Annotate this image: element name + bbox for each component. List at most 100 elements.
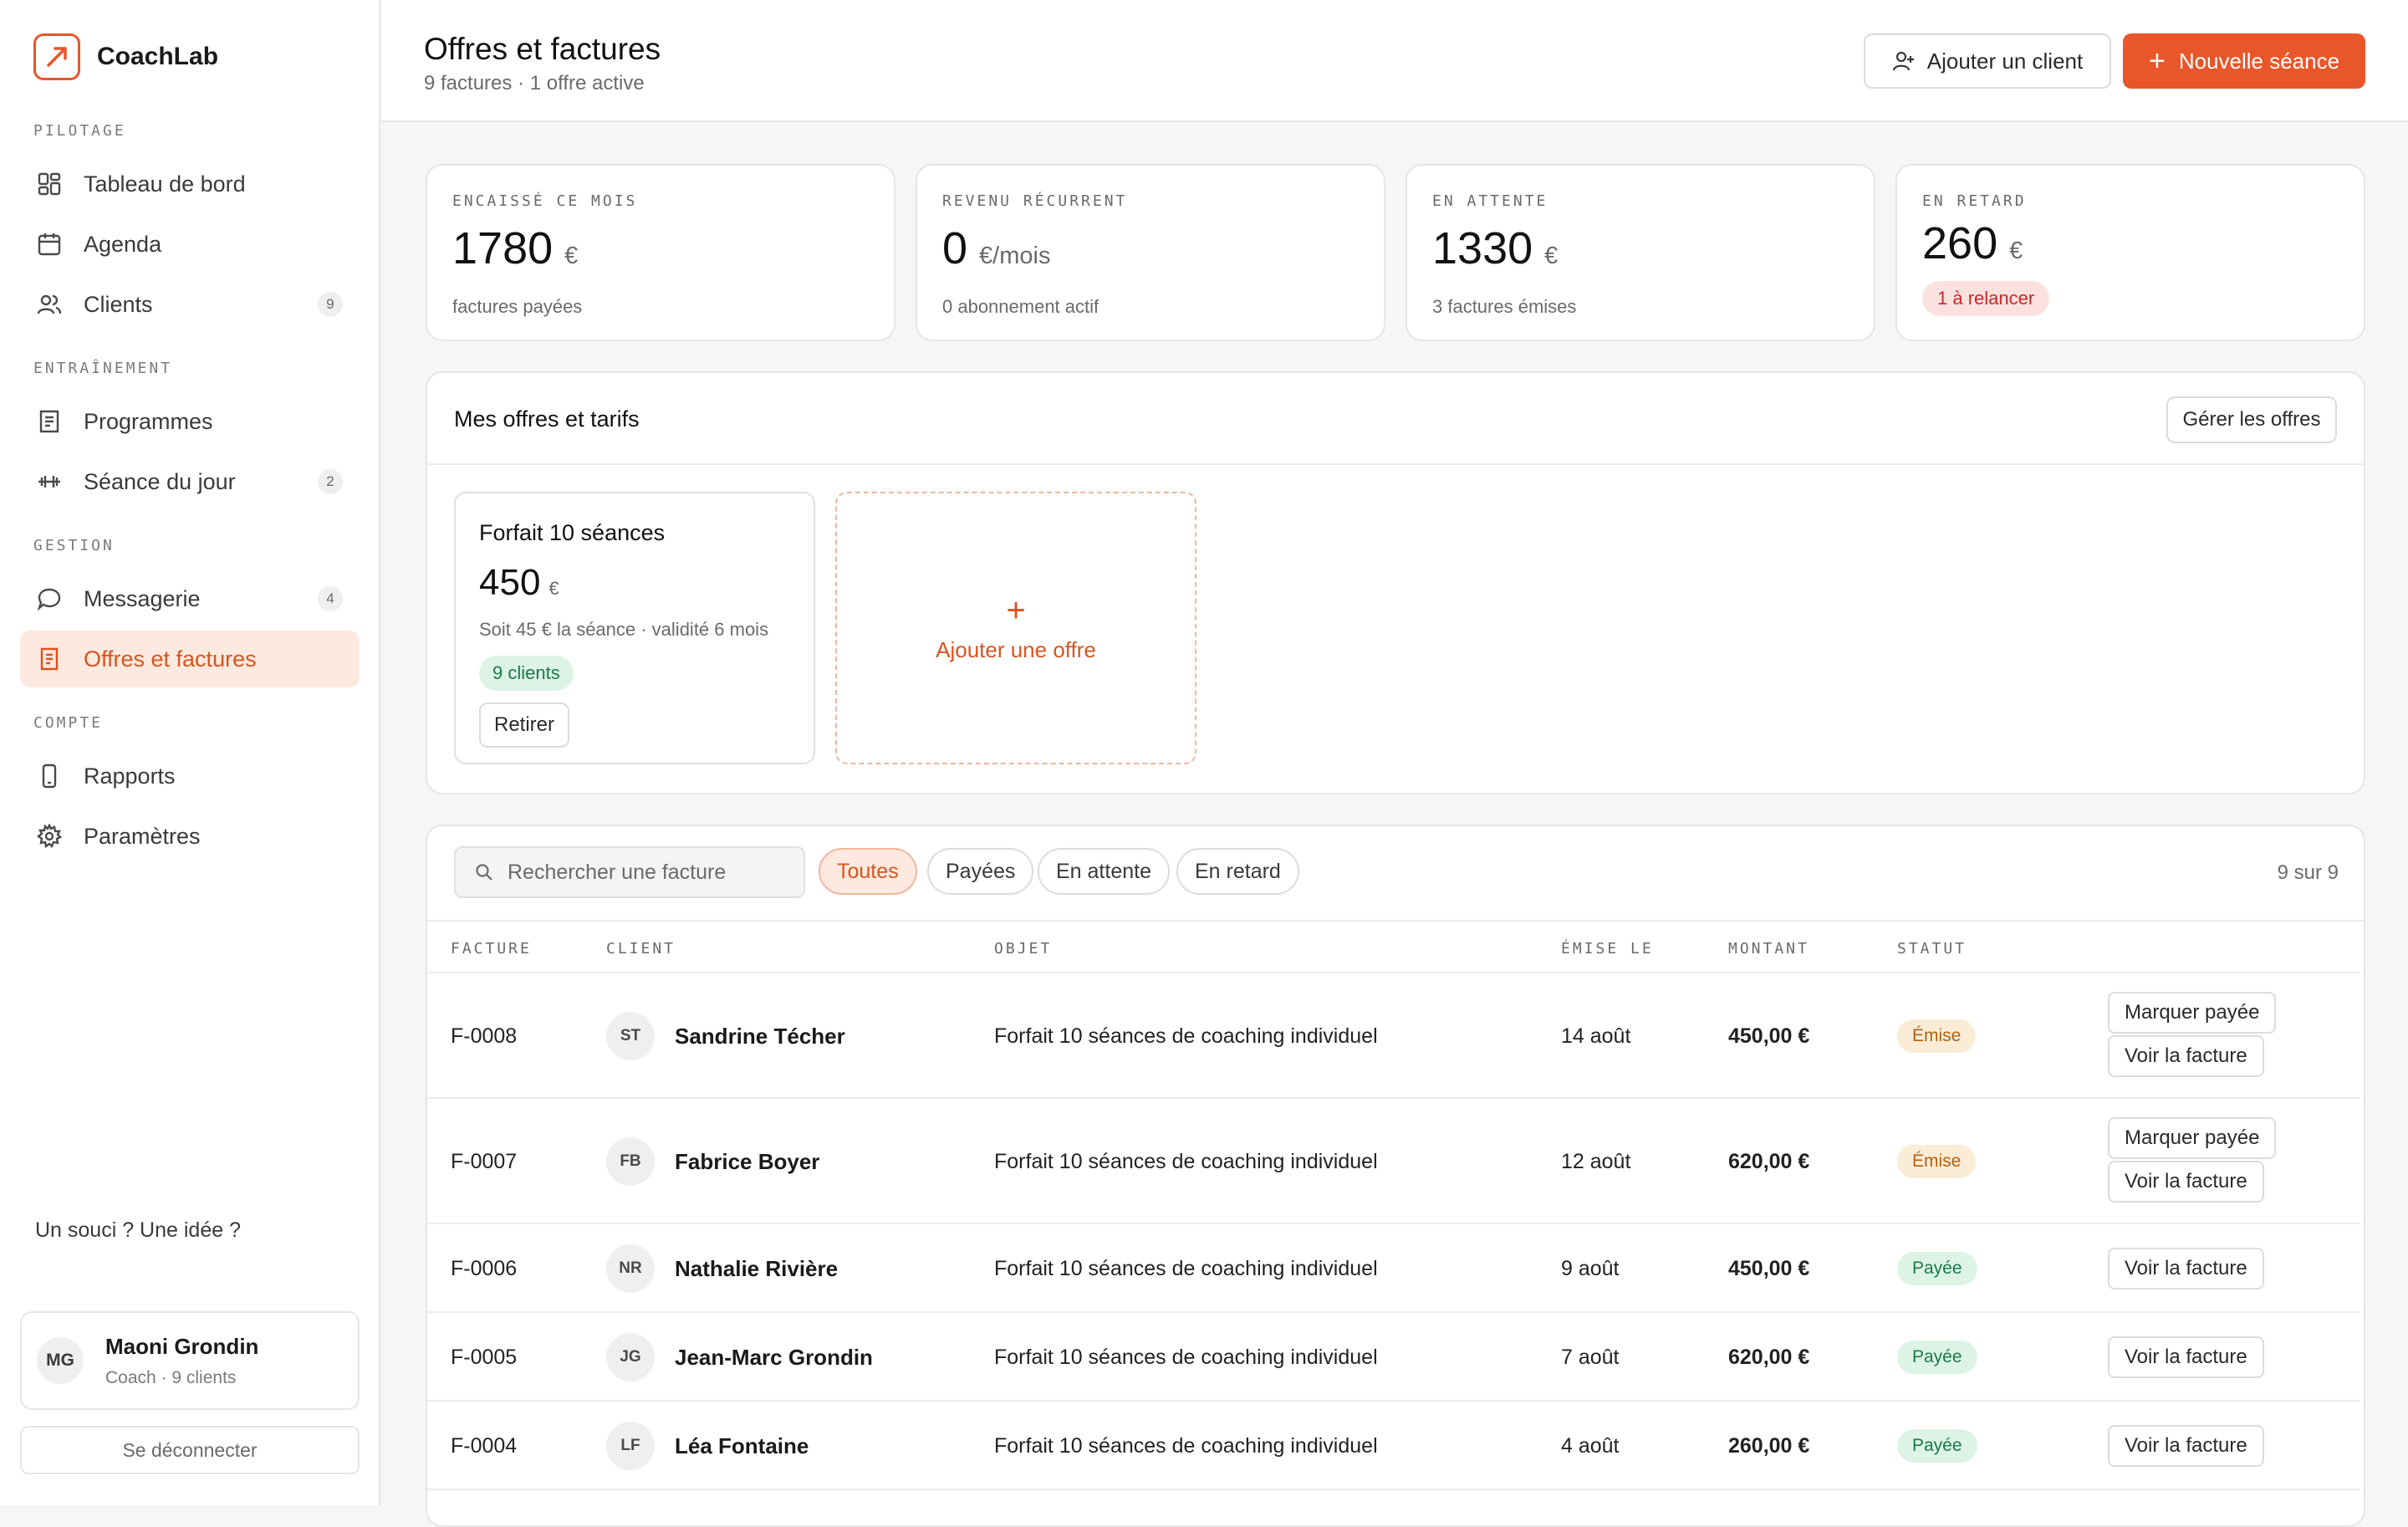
stat-foot: 0 abonnement actif — [942, 296, 1099, 317]
page-header: Offres et factures 9 factures · 1 offre … — [382, 0, 2408, 122]
offer-price-unit: € — [548, 578, 559, 599]
sidebar-item-clients[interactable]: Clients 9 — [20, 276, 360, 333]
client-cell: ST Sandrine Técher — [606, 973, 845, 1099]
filter-payees[interactable]: Payées — [927, 848, 1034, 895]
table-row[interactable]: F-0006 NR Nathalie Rivière Forfait 10 sé… — [427, 1223, 2360, 1311]
sidebar-item-label: Tableau de bord — [84, 171, 246, 197]
sidebar-item-label: Rapports — [84, 763, 176, 789]
invoice-date: 4 août — [1561, 1433, 1620, 1458]
offers-title: Mes offres et tarifs — [454, 406, 640, 432]
messagerie-count-badge: 4 — [318, 586, 343, 611]
seance-count-badge: 2 — [318, 469, 343, 494]
dashboard-icon — [35, 170, 64, 198]
plus-icon: + — [1006, 591, 1026, 629]
clients-count-badge: 9 — [318, 292, 343, 317]
stat-unit: € — [564, 243, 579, 269]
brand[interactable]: CoachLab — [33, 33, 218, 80]
section-label-gestion: GESTION — [33, 537, 115, 554]
late-reminder-badge[interactable]: 1 à relancer — [1922, 281, 2050, 316]
invoice-date: 14 août — [1561, 1024, 1631, 1048]
view-invoice-button[interactable]: Voir la facture — [2108, 1248, 2264, 1290]
sidebar-item-seance-du-jour[interactable]: Séance du jour 2 — [20, 453, 360, 510]
avatar: FB — [606, 1137, 655, 1186]
stat-value: 1330 — [1432, 223, 1533, 273]
filter-en-retard[interactable]: En retard — [1176, 848, 1299, 895]
new-session-button[interactable]: + Nouvelle séance — [2123, 33, 2365, 89]
column-header-facture: FACTURE — [451, 940, 532, 958]
offer-clients-badge: 9 clients — [479, 656, 574, 691]
manage-offers-button[interactable]: Gérer les offres — [2166, 396, 2337, 443]
client-cell: LF Léa Fontaine — [606, 1402, 809, 1490]
user-card[interactable]: MG Maoni Grondin Coach · 9 clients — [20, 1311, 360, 1410]
panel-divider — [427, 463, 2364, 465]
table-row[interactable]: F-0005 JG Jean-Marc Grondin Forfait 10 s… — [427, 1311, 2360, 1400]
section-label-pilotage: PILOTAGE — [33, 122, 126, 140]
search-input[interactable]: Rechercher une facture — [454, 846, 805, 898]
sidebar-item-label: Agenda — [84, 231, 162, 257]
stat-label: ENCAISSÉ CE MOIS — [452, 192, 638, 210]
section-label-compte: COMPTE — [33, 714, 104, 732]
gear-icon — [35, 822, 64, 850]
filter-en-attente[interactable]: En attente — [1038, 848, 1170, 895]
invoice-date: 12 août — [1561, 1149, 1631, 1173]
stat-card-en-attente: EN ATTENTE 1330 € 3 factures émises — [1406, 164, 1875, 341]
sidebar-item-offres-et-factures[interactable]: Offres et factures — [20, 631, 360, 687]
invoice-object: Forfait 10 séances de coaching individue… — [994, 1345, 1378, 1369]
logout-button[interactable]: Se déconnecter — [20, 1426, 360, 1474]
avatar: MG — [37, 1337, 84, 1384]
client-cell: NR Nathalie Rivière — [606, 1224, 838, 1313]
results-count: 9 sur 9 — [2277, 861, 2339, 884]
sidebar-item-programmes[interactable]: Programmes — [20, 393, 360, 450]
avatar: JG — [606, 1333, 655, 1381]
stat-card-recurrent: REVENU RÉCURRENT 0 €/mois 0 abonnement ac… — [916, 164, 1385, 341]
view-invoice-button[interactable]: Voir la facture — [2108, 1035, 2264, 1077]
sidebar-item-agenda[interactable]: Agenda — [20, 216, 360, 273]
table-row[interactable]: F-0007 FB Fabrice Boyer Forfait 10 séanc… — [427, 1097, 2360, 1223]
column-header-emise-le: ÉMISE LE — [1561, 940, 1654, 958]
avatar: ST — [606, 1012, 655, 1060]
sidebar-item-label: Offres et factures — [84, 646, 257, 672]
stat-label: EN RETARD — [1922, 192, 2027, 210]
client-cell: JG Jean-Marc Grondin — [606, 1313, 873, 1402]
sidebar-item-rapports[interactable]: Rapports — [20, 748, 360, 804]
invoice-amount: 620,00 € — [1728, 1149, 1810, 1173]
user-plus-icon — [1892, 49, 1916, 73]
feedback-link[interactable]: Un souci ? Une idée ? — [35, 1218, 241, 1243]
client-cell: FB Fabrice Boyer — [606, 1099, 819, 1224]
invoices-panel: Rechercher une facture Toutes Payées En … — [426, 825, 2365, 1527]
sidebar-item-dashboard[interactable]: Tableau de bord — [20, 156, 360, 212]
sidebar-item-parametres[interactable]: Paramètres — [20, 808, 360, 865]
stat-value: 260 — [1922, 218, 1998, 268]
view-invoice-button[interactable]: Voir la facture — [2108, 1425, 2264, 1467]
offer-price: 450 — [479, 562, 541, 603]
table-row[interactable]: F-0008 ST Sandrine Técher Forfait 10 séa… — [427, 972, 2360, 1097]
retire-offer-button[interactable]: Retirer — [479, 702, 569, 748]
filter-toutes[interactable]: Toutes — [819, 848, 917, 895]
table-row[interactable]: F-0004 LF Léa Fontaine Forfait 10 séance… — [427, 1400, 2360, 1489]
stat-label: EN ATTENTE — [1432, 192, 1548, 210]
add-offer-button[interactable]: + Ajouter une offre — [835, 492, 1196, 764]
view-invoice-button[interactable]: Voir la facture — [2108, 1161, 2264, 1203]
offer-card[interactable]: Forfait 10 séances 450 € Soit 45 € la sé… — [454, 492, 815, 764]
dumbbell-icon — [35, 467, 64, 496]
status-badge: Émise — [1897, 1019, 1977, 1053]
invoice-id: F-0007 — [451, 1149, 518, 1173]
user-role: Coach · 9 clients — [105, 1367, 237, 1387]
chat-icon — [35, 585, 64, 613]
client-name: Jean-Marc Grondin — [675, 1344, 873, 1370]
search-placeholder: Rechercher une facture — [508, 860, 727, 884]
sidebar-item-label: Clients — [84, 291, 153, 317]
mark-paid-button[interactable]: Marquer payée — [2108, 1117, 2277, 1159]
status-badge: Payée — [1897, 1252, 1977, 1285]
client-name: Nathalie Rivière — [675, 1255, 839, 1281]
add-client-button[interactable]: Ajouter un client — [1864, 33, 2111, 89]
mark-paid-button[interactable]: Marquer payée — [2108, 992, 2277, 1034]
add-client-label: Ajouter un client — [1926, 48, 2084, 74]
stat-unit: € — [2009, 237, 2023, 264]
sidebar-item-label: Messagerie — [84, 585, 201, 611]
view-invoice-button[interactable]: Voir la facture — [2108, 1336, 2264, 1378]
invoice-object: Forfait 10 séances de coaching individue… — [994, 1433, 1378, 1458]
status-badge: Payée — [1897, 1429, 1977, 1463]
invoice-icon — [35, 645, 64, 673]
sidebar-item-messagerie[interactable]: Messagerie 4 — [20, 570, 360, 627]
